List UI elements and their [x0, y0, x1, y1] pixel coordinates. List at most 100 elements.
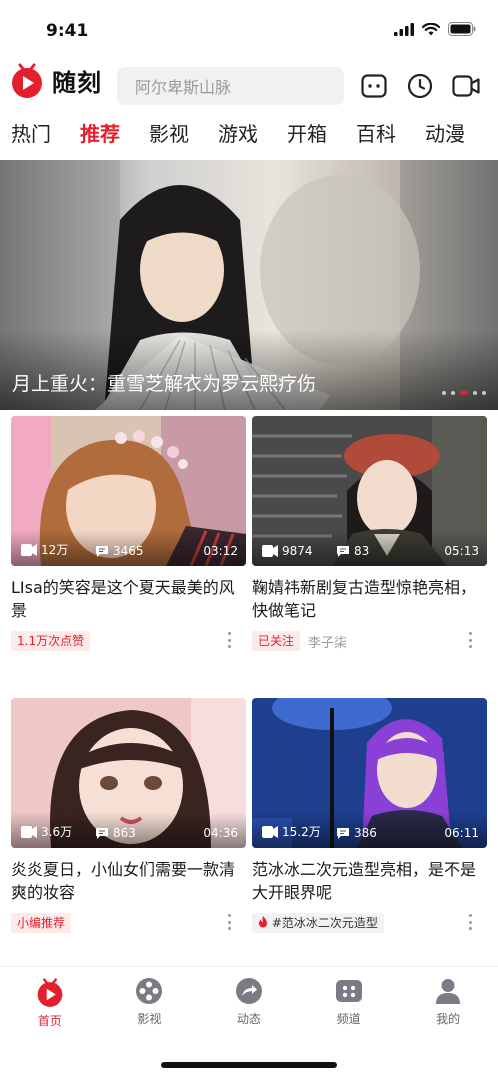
video-card[interactable]: 9874 83 05:13 鞠婧祎新剧复古造型惊艳亮相，快做笔记 已关注 李子柒 — [252, 416, 487, 652]
comment-count-text: 386 — [354, 826, 377, 840]
top-icons — [360, 72, 480, 100]
comment-count-text: 3465 — [113, 544, 144, 558]
tab-encyclopedia[interactable]: 百科 — [356, 116, 396, 152]
home-indicator[interactable] — [161, 1062, 337, 1068]
play-count-icon — [262, 825, 278, 838]
nav-film-tv[interactable]: 影视 — [100, 967, 200, 1036]
comment-icon — [96, 545, 108, 557]
video-title[interactable]: 范冰冰二次元造型亮相，是不是大开眼界呢 — [252, 858, 487, 904]
carousel-dot-active[interactable] — [460, 391, 468, 395]
message-button[interactable] — [360, 72, 388, 100]
carousel-dot[interactable] — [442, 391, 446, 395]
app-logo-icon — [12, 63, 42, 98]
more-options-icon[interactable] — [228, 632, 232, 648]
play-count-icon — [21, 543, 37, 556]
view-count-text: 9874 — [282, 544, 313, 558]
more-options-icon[interactable] — [469, 914, 473, 930]
comment-count: 83 — [336, 544, 369, 558]
tab-games[interactable]: 游戏 — [218, 116, 258, 152]
nav-channels-label: 频道 — [336, 1012, 361, 1026]
like-count-tag: 1.1万次点赞 — [11, 631, 91, 651]
category-tabs: 热门 推荐 影视 游戏 开箱 百科 动漫 — [0, 116, 498, 152]
nav-profile-label: 我的 — [436, 1012, 461, 1026]
editor-pick-tag: 小编推荐 — [11, 913, 72, 933]
nav-activity-label: 动态 — [236, 1012, 261, 1026]
hashtag-tag[interactable]: #范冰冰二次元造型 — [252, 913, 384, 933]
video-camera-icon — [452, 75, 480, 97]
more-options-icon[interactable] — [228, 914, 232, 930]
comment-icon — [96, 827, 108, 839]
card-footer: #范冰冰二次元造型 — [252, 912, 487, 934]
nav-film-tv-label: 影视 — [137, 1012, 162, 1026]
search-placeholder: 阿尔卑斯山脉 — [135, 78, 232, 97]
user-icon — [436, 979, 461, 1004]
view-count-text: 12万 — [41, 543, 69, 557]
play-count-icon — [21, 825, 37, 838]
video-thumbnail[interactable]: 9874 83 05:13 — [252, 416, 487, 566]
carousel-indicator — [442, 391, 486, 395]
top-bar: 随刻 阿尔卑斯山脉 — [0, 62, 498, 110]
video-card[interactable]: 12万 3465 03:12 LIsa的笑容是这个夏天最美的风景 1.1万次点赞 — [11, 416, 246, 652]
view-count: 15.2万 — [262, 823, 321, 840]
video-thumbnail[interactable]: 15.2万 386 06:11 — [252, 698, 487, 848]
hashtag-text: #范冰冰二次元造型 — [271, 916, 378, 930]
video-duration: 04:36 — [203, 826, 238, 840]
video-duration: 06:11 — [444, 826, 479, 840]
hero-banner[interactable]: 月上重火：重雪芝解衣为罗云熙疗伤 — [0, 160, 498, 410]
video-thumbnail[interactable]: 3.6万 863 04:36 — [11, 698, 246, 848]
home-logo-icon — [37, 978, 63, 1007]
app-logo[interactable]: 随刻 — [10, 62, 102, 98]
video-card[interactable]: 15.2万 386 06:11 范冰冰二次元造型亮相，是不是大开眼界呢 #范冰冰… — [252, 698, 487, 934]
more-options-icon[interactable] — [469, 632, 473, 648]
upload-video-button[interactable] — [452, 72, 480, 100]
comment-count-text: 863 — [113, 826, 136, 840]
hero-title: 月上重火：重雪芝解衣为罗云熙疗伤 — [12, 373, 317, 395]
nav-home[interactable]: 首页 — [0, 967, 100, 1036]
card-footer: 已关注 李子柒 — [252, 630, 487, 652]
tab-anime[interactable]: 动漫 — [425, 116, 465, 152]
history-button[interactable] — [406, 72, 434, 100]
nav-home-label: 首页 — [37, 1014, 62, 1028]
carousel-dot[interactable] — [451, 391, 455, 395]
carousel-dot[interactable] — [482, 391, 486, 395]
carousel-dot[interactable] — [473, 391, 477, 395]
followed-tag: 已关注 — [252, 631, 301, 651]
channels-icon — [335, 980, 362, 1002]
video-title[interactable]: LIsa的笑容是这个夏天最美的风景 — [11, 576, 246, 622]
nav-activity[interactable]: 动态 — [199, 967, 299, 1036]
share-arrow-icon — [235, 978, 262, 1004]
search-box[interactable]: 阿尔卑斯山脉 — [117, 67, 344, 105]
play-count-icon — [262, 545, 278, 557]
view-count: 12万 — [21, 541, 68, 558]
view-count-text: 3.6万 — [41, 825, 73, 839]
comment-count-text: 83 — [354, 544, 370, 558]
video-thumbnail[interactable]: 12万 3465 03:12 — [11, 416, 246, 566]
status-bar: 9:41 — [0, 0, 498, 52]
nav-profile[interactable]: 我的 — [398, 967, 498, 1036]
bottom-navigation: 首页 影视 动态 频道 我的 — [0, 966, 498, 1036]
video-duration: 03:12 — [203, 544, 238, 558]
author-name[interactable]: 李子柒 — [308, 632, 347, 651]
tab-recommended[interactable]: 推荐 — [80, 116, 120, 152]
nav-channels[interactable]: 频道 — [299, 967, 399, 1036]
view-count: 3.6万 — [21, 823, 72, 840]
battery-icon — [448, 22, 476, 36]
fire-icon — [259, 916, 267, 928]
comment-count: 386 — [336, 826, 377, 840]
clock-icon — [407, 73, 433, 99]
view-count: 9874 — [262, 544, 313, 558]
tab-unboxing[interactable]: 开箱 — [287, 116, 327, 152]
tab-hot[interactable]: 热门 — [11, 116, 51, 152]
signal-icon — [394, 22, 414, 36]
status-time: 9:41 — [46, 21, 89, 41]
film-reel-icon — [136, 978, 163, 1004]
video-title[interactable]: 炎炎夏日，小仙女们需要一款清爽的妆容 — [11, 858, 246, 904]
video-title[interactable]: 鞠婧祎新剧复古造型惊艳亮相，快做笔记 — [252, 576, 487, 622]
video-duration: 05:13 — [444, 544, 479, 558]
view-count-text: 15.2万 — [282, 825, 321, 839]
app-name: 随刻 — [52, 68, 102, 97]
comment-icon — [337, 545, 349, 557]
card-footer: 小编推荐 — [11, 912, 246, 934]
video-card[interactable]: 3.6万 863 04:36 炎炎夏日，小仙女们需要一款清爽的妆容 小编推荐 — [11, 698, 246, 934]
tab-film-tv[interactable]: 影视 — [149, 116, 189, 152]
